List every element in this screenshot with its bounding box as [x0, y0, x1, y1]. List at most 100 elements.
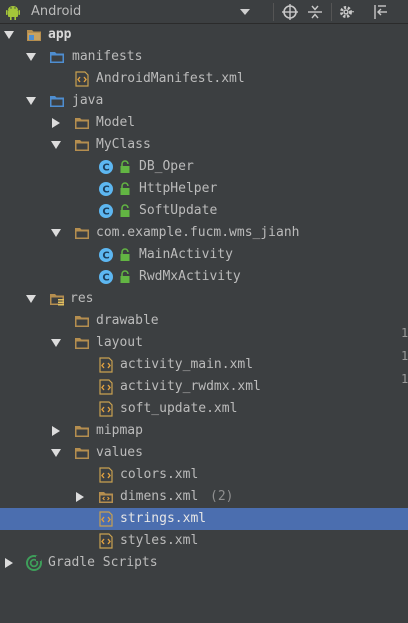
package-folder-icon [75, 140, 89, 151]
tree-row-activity-rwdmx[interactable]: activity_rwdmx.xml [0, 376, 408, 398]
expand-arrow-icon[interactable] [26, 295, 36, 303]
tree-item-label: app [48, 27, 72, 42]
lock-icon [120, 160, 130, 173]
tree-row-java[interactable]: java [0, 90, 408, 112]
tree-row-styles[interactable]: styles.xml [0, 530, 408, 552]
svg-text:C: C [102, 273, 109, 284]
expand-arrow-icon[interactable] [51, 141, 61, 149]
tree-item-label: AndroidManifest.xml [96, 71, 245, 86]
expand-arrow-icon[interactable] [51, 449, 61, 457]
tree-row-layout[interactable]: layout [0, 332, 408, 354]
tree-item-label: soft_update.xml [120, 401, 238, 416]
class-icon: C [99, 182, 113, 196]
tree-row-mipmap[interactable]: mipmap [0, 420, 408, 442]
tree-row-colors[interactable]: colors.xml [0, 464, 408, 486]
collapsed-arrow-icon[interactable] [5, 558, 13, 568]
resources-folder-icon [50, 294, 64, 306]
svg-text:C: C [102, 163, 109, 174]
tree-item-label: java [72, 93, 104, 108]
tree-row-rwdmxactivity[interactable]: C RwdMxActivity [0, 266, 408, 288]
tree-row-activity-main[interactable]: activity_main.xml [0, 354, 408, 376]
tree-item-label: colors.xml [120, 467, 199, 482]
tree-item-label: mipmap [96, 423, 143, 438]
xml-file-icon [99, 511, 113, 527]
collapsed-arrow-icon[interactable] [52, 118, 60, 128]
lock-icon [120, 248, 130, 261]
gear-icon[interactable] [338, 3, 356, 21]
tree-item-label: activity_rwdmx.xml [120, 379, 261, 394]
android-icon [6, 6, 20, 20]
tree-item-label: styles.xml [120, 533, 199, 548]
xml-file-icon [99, 379, 113, 395]
tree-row-androidmanifest[interactable]: AndroidManifest.xml [0, 68, 408, 90]
tree-row-softupdate[interactable]: C SoftUpdate [0, 200, 408, 222]
module-folder-icon [27, 30, 41, 41]
tree-item-label: RwdMxActivity [139, 269, 241, 284]
xml-file-icon [75, 71, 89, 87]
tree-row-drawable[interactable]: drawable [0, 310, 408, 332]
lock-icon [120, 204, 130, 217]
collapse-icon[interactable] [306, 3, 324, 21]
expand-arrow-icon[interactable] [51, 229, 61, 237]
view-selector-label[interactable]: Android [31, 4, 81, 19]
tree-item-label: layout [96, 335, 143, 350]
tree-row-manifests[interactable]: manifests [0, 46, 408, 68]
editor-gutter-mark: 1 [401, 326, 408, 340]
tree-item-label: MyClass [96, 137, 151, 152]
collapsed-arrow-icon[interactable] [52, 426, 60, 436]
folder-icon [99, 492, 113, 503]
tree-row-gradle-scripts[interactable]: Gradle Scripts [0, 552, 408, 574]
tree-row-model[interactable]: Model [0, 112, 408, 134]
tree-row-mainactivity[interactable]: C MainActivity [0, 244, 408, 266]
folder-icon [50, 52, 64, 63]
collapsed-arrow-icon[interactable] [76, 492, 84, 502]
folder-icon [75, 426, 89, 437]
lock-icon [120, 182, 130, 195]
tree-item-label: MainActivity [139, 247, 233, 262]
xml-file-icon [99, 467, 113, 483]
tree-row-dimens[interactable]: dimens.xml (2) [0, 486, 408, 508]
package-folder-icon [75, 228, 89, 239]
tree-row-strings[interactable]: strings.xml [0, 508, 408, 530]
toolbar-divider [331, 3, 332, 21]
tree-item-label: manifests [72, 49, 143, 64]
package-folder-icon [75, 118, 89, 129]
tree-item-label: strings.xml [120, 511, 207, 526]
expand-arrow-icon[interactable] [51, 339, 61, 347]
expand-arrow-icon[interactable] [26, 53, 36, 61]
project-toolbar: Android [0, 0, 408, 24]
svg-text:C: C [102, 251, 109, 262]
tree-row-db-oper[interactable]: C DB_Oper [0, 156, 408, 178]
tree-row-values[interactable]: values [0, 442, 408, 464]
tree-item-label: HttpHelper [139, 181, 218, 196]
tree-row-app[interactable]: app [0, 24, 408, 46]
xml-file-icon [99, 533, 113, 549]
tree-row-myclass[interactable]: MyClass [0, 134, 408, 156]
file-count-hint: (2) [210, 489, 234, 504]
chevron-down-icon[interactable] [240, 9, 250, 15]
tree-row-soft-update[interactable]: soft_update.xml [0, 398, 408, 420]
tree-item-label: DB_Oper [139, 159, 194, 174]
class-icon: C [99, 270, 113, 284]
toolbar-divider [273, 3, 274, 21]
svg-text:C: C [102, 207, 109, 218]
folder-icon [75, 338, 89, 349]
svg-text:C: C [102, 185, 109, 196]
expand-arrow-icon[interactable] [4, 31, 14, 39]
editor-gutter-mark: 1 [401, 372, 408, 386]
tree-item-label: Gradle Scripts [48, 555, 158, 570]
expand-arrow-icon[interactable] [26, 97, 36, 105]
tree-row-httphelper[interactable]: C HttpHelper [0, 178, 408, 200]
xml-file-icon [99, 357, 113, 373]
target-icon[interactable] [281, 3, 299, 21]
class-icon: C [99, 160, 113, 174]
tree-item-label: com.example.fucm.wms_jianh [96, 225, 300, 240]
folder-icon [75, 448, 89, 459]
tree-row-res[interactable]: res [0, 288, 408, 310]
class-icon: C [99, 204, 113, 218]
tree-row-package[interactable]: com.example.fucm.wms_jianh [0, 222, 408, 244]
class-icon: C [99, 248, 113, 262]
folder-icon [75, 316, 89, 327]
gradle-icon [26, 555, 42, 571]
pin-icon[interactable] [372, 3, 390, 21]
